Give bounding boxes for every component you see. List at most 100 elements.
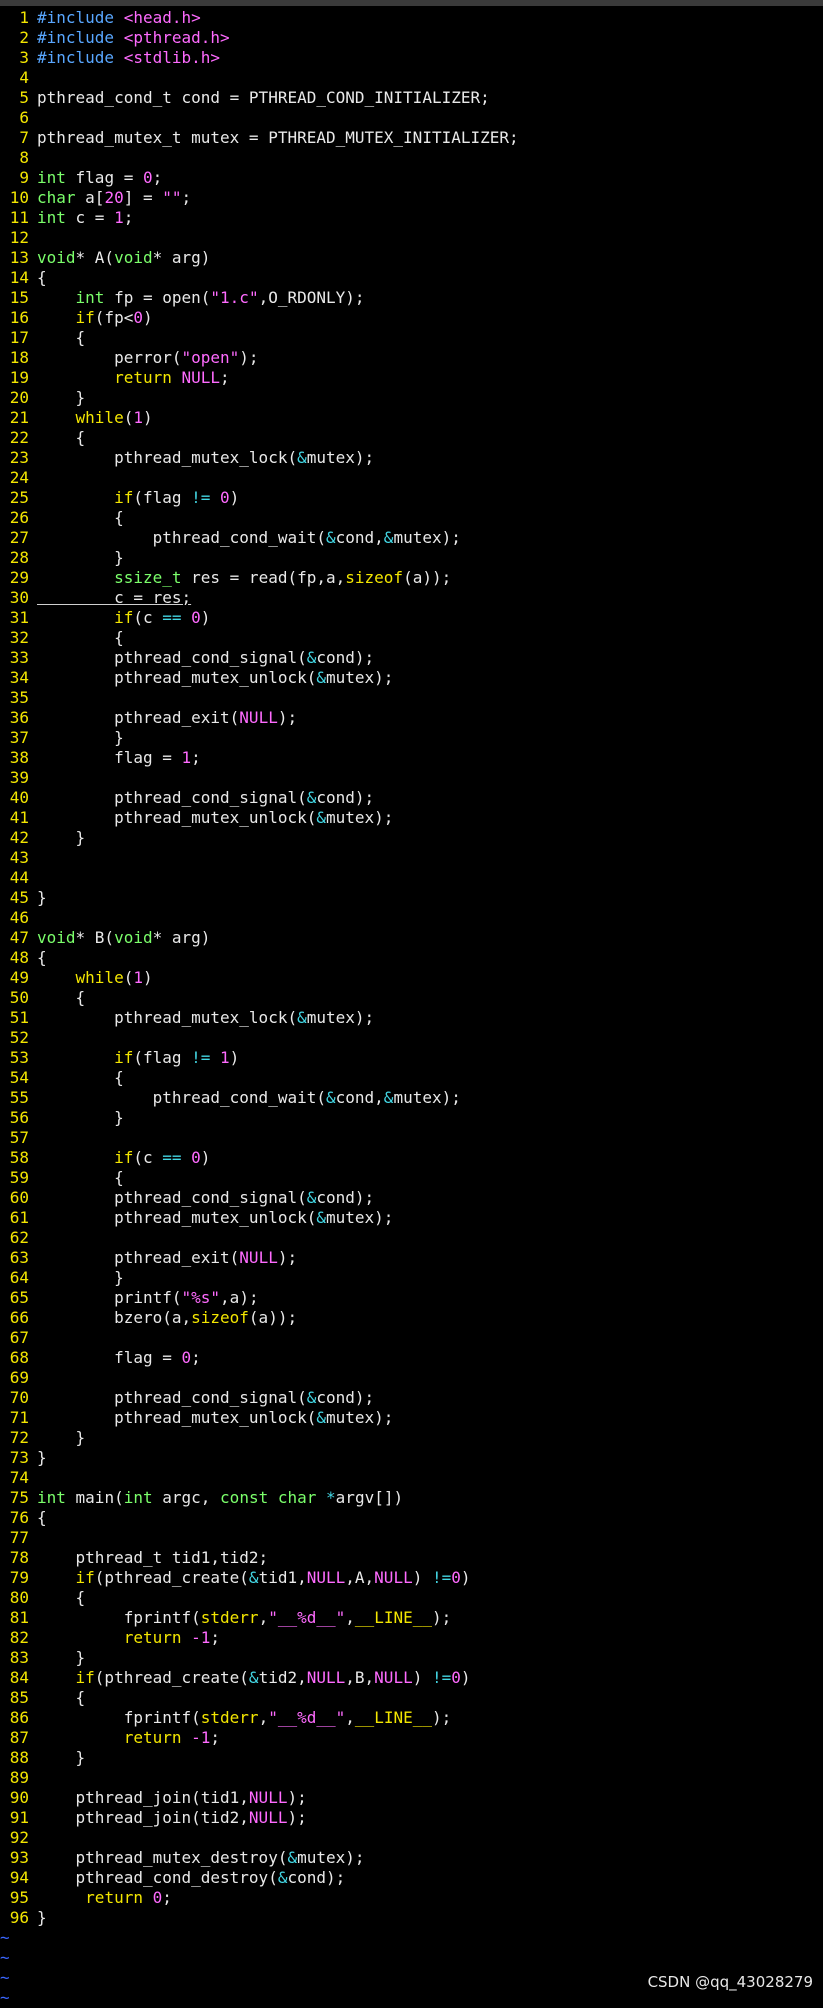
code-line[interactable]: 17 { [0, 328, 823, 348]
code-editor[interactable]: 1 #include <head.h> 2 #include <pthread.h> 3… [0, 8, 823, 2008]
code-line[interactable]: 14 { [0, 268, 823, 288]
code-line[interactable]: 51 pthread_mutex_lock(&mutex); [0, 1008, 823, 1028]
code-line[interactable]: 41 pthread_mutex_unlock(&mutex); [0, 808, 823, 828]
code-line[interactable]: 76 { [0, 1508, 823, 1528]
code-line[interactable]: 21 while(1) [0, 408, 823, 428]
code-line[interactable]: 56 } [0, 1108, 823, 1128]
code-line[interactable]: 83 } [0, 1648, 823, 1668]
code-line[interactable]: 92 [0, 1828, 823, 1848]
code-line[interactable]: 19 return NULL; [0, 368, 823, 388]
code-line[interactable]: 16 if(fp<0) [0, 308, 823, 328]
code-line[interactable]: 73} [0, 1448, 823, 1468]
code-line[interactable]: 82 return -1; [0, 1628, 823, 1648]
code-line[interactable]: 59 { [0, 1168, 823, 1188]
code-line[interactable]: 57 [0, 1128, 823, 1148]
code-line[interactable]: 91 pthread_join(tid2,NULL); [0, 1808, 823, 1828]
code-line[interactable]: 3 #include <stdlib.h> [0, 48, 823, 68]
code-line[interactable]: 18 perror("open"); [0, 348, 823, 368]
code-line[interactable]: 95 return 0; [0, 1888, 823, 1908]
code-line[interactable]: 32 { [0, 628, 823, 648]
code-line[interactable]: 60 pthread_cond_signal(&cond); [0, 1188, 823, 1208]
code-line[interactable]: 5 pthread_cond_t cond = PTHREAD_COND_INIT… [0, 88, 823, 108]
code-line[interactable]: 10 char a[20] = ""; [0, 188, 823, 208]
code-line[interactable]: 47 void* B(void* arg) [0, 928, 823, 948]
code-line[interactable]: 65 printf("%s",a); [0, 1288, 823, 1308]
code-line[interactable]: 74 [0, 1468, 823, 1488]
code-line[interactable]: 8 [0, 148, 823, 168]
code-line[interactable]: 61 pthread_mutex_unlock(&mutex); [0, 1208, 823, 1228]
code-line[interactable]: 84 if(pthread_create(&tid2,NULL,B,NULL) … [0, 1668, 823, 1688]
code-line[interactable]: 53 if(flag != 1) [0, 1048, 823, 1068]
code-line[interactable]: 15 int fp = open("1.c",O_RDONLY); [0, 288, 823, 308]
code-line[interactable]: 64 } [0, 1268, 823, 1288]
code-line[interactable]: 2 #include <pthread.h> [0, 28, 823, 48]
code-line[interactable]: 80 { [0, 1588, 823, 1608]
code-line[interactable]: 50 { [0, 988, 823, 1008]
code-line[interactable]: 55 pthread_cond_wait(&cond,&mutex); [0, 1088, 823, 1108]
code-line[interactable]: 90 pthread_join(tid1,NULL); [0, 1788, 823, 1808]
code-line[interactable]: 35 [0, 688, 823, 708]
code-line[interactable]: 7 pthread_mutex_t mutex = PTHREAD_MUTEX_I… [0, 128, 823, 148]
code-line[interactable]: 68 flag = 0; [0, 1348, 823, 1368]
code-line[interactable]: 39 [0, 768, 823, 788]
code-line[interactable]: 63 pthread_exit(NULL); [0, 1248, 823, 1268]
code-line[interactable]: 66 bzero(a,sizeof(a)); [0, 1308, 823, 1328]
code-line[interactable]: 96} [0, 1908, 823, 1928]
code-line[interactable]: 72 } [0, 1428, 823, 1448]
code-line[interactable]: 12 [0, 228, 823, 248]
code-line[interactable]: 71 pthread_mutex_unlock(&mutex); [0, 1408, 823, 1428]
code-line[interactable]: 69 [0, 1368, 823, 1388]
code-line[interactable]: 29 ssize_t res = read(fp,a,sizeof(a)); [0, 568, 823, 588]
code-line[interactable]: 52 [0, 1028, 823, 1048]
code-line[interactable]: 31 if(c == 0) [0, 608, 823, 628]
code-line[interactable]: 44 [0, 868, 823, 888]
code-line[interactable]: 75 int main(int argc, const char *argv[]) [0, 1488, 823, 1508]
code-line[interactable]: 78 pthread_t tid1,tid2; [0, 1548, 823, 1568]
code-line[interactable]: 40 pthread_cond_signal(&cond); [0, 788, 823, 808]
code-line[interactable]: 88 } [0, 1748, 823, 1768]
code-line[interactable]: 85 { [0, 1688, 823, 1708]
code-line[interactable]: 30 c = res; [0, 588, 823, 608]
code-line[interactable]: 45} [0, 888, 823, 908]
code-line[interactable]: 46 [0, 908, 823, 928]
code-line[interactable]: 27 pthread_cond_wait(&cond,&mutex); [0, 528, 823, 548]
code-line[interactable]: 94 pthread_cond_destroy(&cond); [0, 1868, 823, 1888]
code-line[interactable]: 79 if(pthread_create(&tid1,NULL,A,NULL) … [0, 1568, 823, 1588]
code-line[interactable]: 25 if(flag != 0) [0, 488, 823, 508]
code-line[interactable]: 87 return -1; [0, 1728, 823, 1748]
code-line[interactable]: 89 [0, 1768, 823, 1788]
code-line[interactable]: 23 pthread_mutex_lock(&mutex); [0, 448, 823, 468]
code-line[interactable]: 34 pthread_mutex_unlock(&mutex); [0, 668, 823, 688]
code-line[interactable]: 13 void* A(void* arg) [0, 248, 823, 268]
code-line[interactable]: 11 int c = 1; [0, 208, 823, 228]
code-line[interactable]: 4 [0, 68, 823, 88]
code-line[interactable]: 49 while(1) [0, 968, 823, 988]
code-line[interactable]: 33 pthread_cond_signal(&cond); [0, 648, 823, 668]
code-line[interactable]: 1 #include <head.h> [0, 8, 823, 28]
code-line[interactable]: 26 { [0, 508, 823, 528]
code-line[interactable]: 43 [0, 848, 823, 868]
code-line[interactable]: 28 } [0, 548, 823, 568]
code-line[interactable]: 86 fprintf(stderr,"__%d__",__LINE__); [0, 1708, 823, 1728]
code-line[interactable]: 67 [0, 1328, 823, 1348]
code-line[interactable]: 77 [0, 1528, 823, 1548]
code-line[interactable]: 6 [0, 108, 823, 128]
code-line[interactable]: 9 int flag = 0; [0, 168, 823, 188]
code-line[interactable]: 20 } [0, 388, 823, 408]
line-number: 2 [19, 28, 29, 47]
code-line[interactable]: 38 flag = 1; [0, 748, 823, 768]
code-line[interactable]: 42 } [0, 828, 823, 848]
code-line[interactable]: 81 fprintf(stderr,"__%d__",__LINE__); [0, 1608, 823, 1628]
code-line[interactable]: 36 pthread_exit(NULL); [0, 708, 823, 728]
line-number: 1 [19, 8, 29, 27]
code-line[interactable]: 70 pthread_cond_signal(&cond); [0, 1388, 823, 1408]
code-line[interactable]: 93 pthread_mutex_destroy(&mutex); [0, 1848, 823, 1868]
code-line[interactable]: 58 if(c == 0) [0, 1148, 823, 1168]
code-line[interactable]: 37 } [0, 728, 823, 748]
code-line[interactable]: 22 { [0, 428, 823, 448]
code-line[interactable]: 24 [0, 468, 823, 488]
code-line[interactable]: 48 { [0, 948, 823, 968]
code-line[interactable]: 54 { [0, 1068, 823, 1088]
code-line[interactable]: 62 [0, 1228, 823, 1248]
